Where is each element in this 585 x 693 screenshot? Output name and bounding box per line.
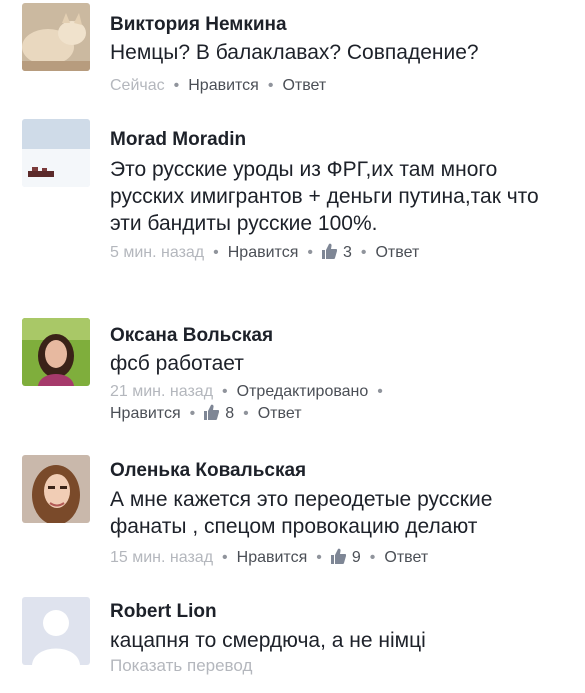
separator: • xyxy=(189,405,196,422)
default-avatar-icon xyxy=(22,597,90,665)
timestamp: Сейчас xyxy=(110,77,165,94)
timestamp: 21 мин. назад xyxy=(110,383,214,400)
separator: • xyxy=(222,549,228,566)
comment-text: Немцы? В балаклавах? Совпадение? xyxy=(110,41,479,64)
thumbs-up-icon xyxy=(204,404,220,420)
comment-item: Виктория Немкина Немцы? В балаклавах? Со… xyxy=(0,0,585,105)
separator: • xyxy=(243,405,249,422)
separator: • xyxy=(360,244,367,261)
show-translation-link[interactable]: Показать перевод xyxy=(110,656,573,676)
separator: • xyxy=(307,244,313,261)
avatar[interactable] xyxy=(22,318,90,386)
separator: • xyxy=(377,383,383,400)
like-button[interactable]: Нравится xyxy=(237,549,308,566)
comment-item: Оксана Вольская фсб работает 21 мин. наз… xyxy=(0,315,585,440)
comment-text: фсб работает xyxy=(110,352,244,375)
avatar[interactable] xyxy=(22,3,90,71)
comment-meta: 15 мин. назад • Нравится • 9 • Ответ xyxy=(110,546,573,570)
reply-button[interactable]: Ответ xyxy=(375,244,419,261)
separator: • xyxy=(267,77,274,94)
separator: • xyxy=(173,77,180,94)
reply-button[interactable]: Ответ xyxy=(282,77,326,94)
author-name[interactable]: Robert Lion xyxy=(110,601,573,623)
like-count-value: 3 xyxy=(342,244,352,261)
timestamp: 15 мин. назад xyxy=(110,549,214,566)
separator: • xyxy=(222,383,228,400)
like-button[interactable]: Нравится xyxy=(188,77,259,94)
author-name[interactable]: Оксана Вольская xyxy=(110,325,573,347)
avatar[interactable] xyxy=(22,455,90,523)
like-count-value: 8 xyxy=(225,405,235,422)
author-name[interactable]: Виктория Немкина xyxy=(110,14,573,36)
comment-meta: 5 мин. назад • Нравится • 3 • Ответ xyxy=(110,241,573,265)
comment-item: Robert Lion кацапня то смердюча, а не ні… xyxy=(0,590,585,693)
reply-button[interactable]: Ответ xyxy=(258,405,302,422)
comment-meta: Сейчас • Нравится • Ответ xyxy=(110,74,573,98)
comment-text: кацапня то смердюча, а не німці xyxy=(110,629,426,652)
author-name[interactable]: Morad Moradin xyxy=(110,129,573,151)
avatar[interactable] xyxy=(22,597,90,665)
comment-item: Morad Moradin Это русские уроды из ФРГ,и… xyxy=(0,115,585,305)
edited-link[interactable]: Отредактировано xyxy=(237,383,369,400)
like-count[interactable]: 8 xyxy=(204,404,235,422)
like-button[interactable]: Нравится xyxy=(110,405,181,422)
reply-button[interactable]: Ответ xyxy=(384,549,428,566)
separator: • xyxy=(316,549,322,566)
like-count-value: 9 xyxy=(351,549,361,566)
separator: • xyxy=(213,244,219,261)
author-name[interactable]: Оленька Ковальская xyxy=(110,460,573,482)
thumbs-up-icon xyxy=(330,548,346,564)
comment-text: Это русские уроды из ФРГ,их там много ру… xyxy=(110,158,539,235)
timestamp: 5 мин. назад xyxy=(110,244,205,261)
like-button[interactable]: Нравится xyxy=(228,244,299,261)
thumbs-up-icon xyxy=(321,243,337,259)
like-count[interactable]: 3 xyxy=(321,243,352,261)
like-count[interactable]: 9 xyxy=(330,548,361,566)
avatar[interactable] xyxy=(22,119,90,187)
separator: • xyxy=(369,549,376,566)
comment-text: А мне кажется это переодетые русские фан… xyxy=(110,488,493,538)
comment-item: Оленька Ковальская А мне кажется это пер… xyxy=(0,450,585,585)
comment-meta: 21 мин. назад • Отредактировано • Нравится • 8… xyxy=(110,381,573,425)
